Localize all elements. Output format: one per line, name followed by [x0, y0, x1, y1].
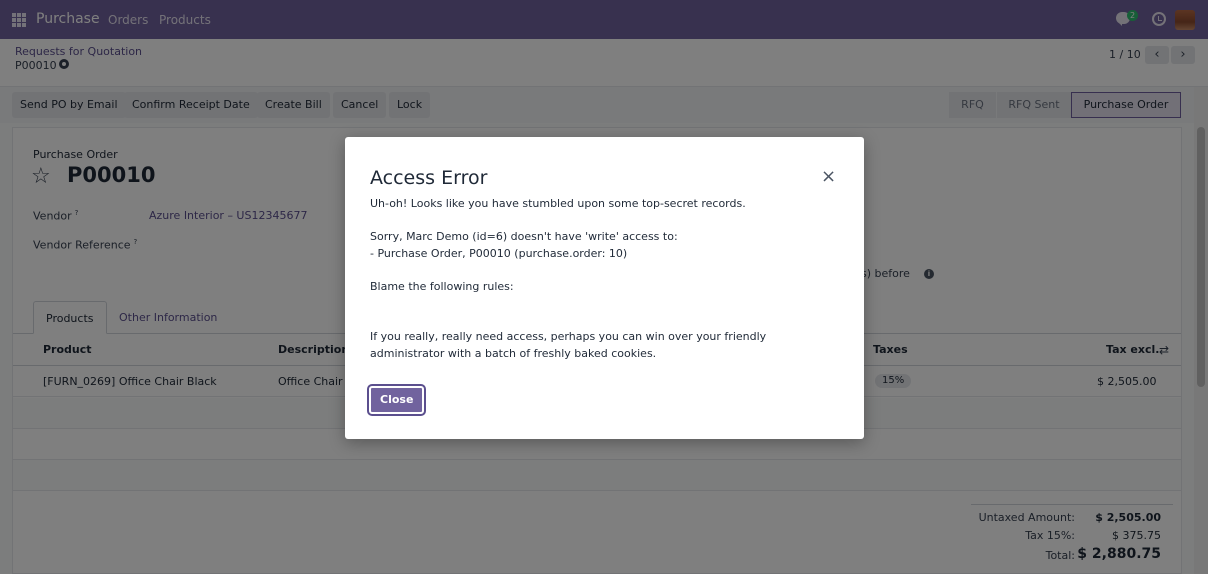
dialog-line-intro: Uh-oh! Looks like you have stumbled upon… [370, 197, 746, 210]
dialog-title: Access Error [370, 167, 488, 189]
dialog-line-record: - Purchase Order, P00010 (purchase.order… [370, 247, 628, 260]
close-button[interactable]: Close [366, 384, 427, 416]
close-icon[interactable]: × [821, 167, 836, 187]
dialog-line-advice: If you really, really need access, perha… [370, 330, 767, 360]
dialog-line-access: Sorry, Marc Demo (id=6) doesn't have 'wr… [370, 230, 678, 243]
dialog-body: Uh-oh! Looks like you have stumbled upon… [370, 195, 840, 362]
dialog-line-rules: Blame the following rules: [370, 280, 514, 293]
access-error-dialog: Access Error × Uh-oh! Looks like you hav… [345, 137, 864, 439]
